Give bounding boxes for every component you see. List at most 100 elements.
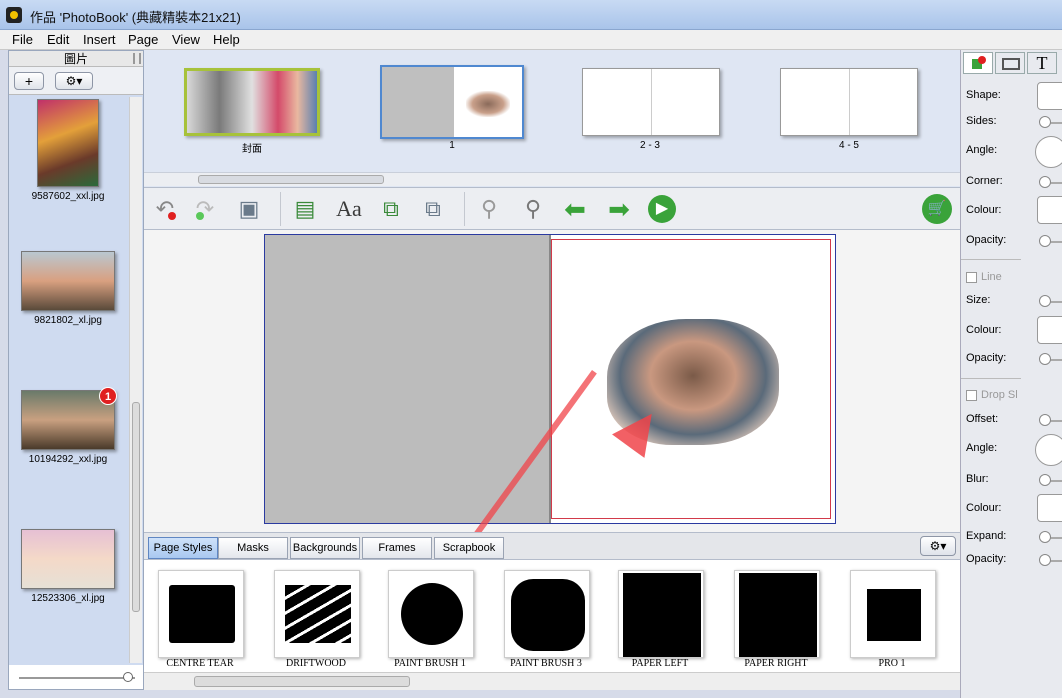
style-label: PAPER LEFT — [631, 658, 689, 669]
page-spread — [264, 234, 836, 524]
opacity-slider[interactable] — [1039, 235, 1051, 247]
page-label: 4 - 5 — [838, 140, 859, 151]
style-item[interactable] — [850, 570, 936, 658]
next-page-icon[interactable]: ➡ — [604, 194, 634, 224]
line-size-label: Size: — [966, 294, 991, 306]
redo-icon[interactable]: ↷ — [190, 194, 220, 224]
thumbnail-size-slider[interactable] — [9, 665, 143, 689]
shadow-colour-label: Colour: — [966, 502, 1002, 514]
frame-tab-icon[interactable] — [995, 52, 1025, 74]
tab-scrapbook[interactable]: Scrapbook — [434, 537, 504, 559]
style-item[interactable] — [388, 570, 474, 658]
save-icon[interactable]: ▣ — [234, 194, 264, 224]
style-item[interactable] — [618, 570, 704, 658]
photo-panel-header: 圖片 — [9, 51, 143, 67]
gallery-scrollbar[interactable] — [144, 672, 960, 690]
photo-caption: 9587602_xxl.jpg — [31, 191, 105, 202]
panel-grip[interactable] — [133, 53, 141, 64]
drop-shadow-checkbox[interactable] — [966, 390, 977, 401]
shadow-angle-dial[interactable] — [1035, 434, 1062, 466]
menu-view[interactable]: View — [172, 32, 200, 47]
left-page[interactable] — [265, 235, 551, 523]
scroll-thumb[interactable] — [198, 175, 384, 184]
copy-page-icon[interactable]: ⧉ — [418, 194, 448, 224]
page-strip-scrollbar[interactable] — [144, 172, 960, 186]
properties-panel: T Shape: Sides: Angle: Corner: Colour: O… — [960, 50, 1062, 698]
style-label: PAINT BRUSH 3 — [510, 658, 582, 669]
cart-icon[interactable]: 🛒 — [922, 194, 952, 224]
slider-knob[interactable] — [123, 672, 133, 682]
shadow-opacity-slider[interactable] — [1039, 554, 1051, 566]
shape-colour-swatch[interactable] — [1037, 196, 1062, 224]
style-item[interactable] — [274, 570, 360, 658]
scroll-thumb[interactable] — [132, 402, 140, 612]
tab-page-styles[interactable]: Page Styles — [148, 537, 218, 559]
zoom-out-icon[interactable]: ⚲ — [474, 194, 504, 224]
shadow-offset-slider[interactable] — [1039, 414, 1051, 426]
sides-slider[interactable] — [1039, 116, 1051, 128]
style-label: PAPER RIGHT — [744, 658, 808, 669]
shape-label: Shape: — [966, 89, 1001, 101]
style-label: DRIFTWOOD — [286, 658, 346, 669]
style-item[interactable] — [158, 570, 244, 658]
add-photo-icon[interactable]: ▤ — [290, 194, 320, 224]
menu-help[interactable]: Help — [213, 32, 240, 47]
shape-tab[interactable] — [963, 52, 993, 74]
styles-settings-button[interactable]: ⚙▾ — [920, 536, 956, 556]
page-1-spread[interactable] — [380, 65, 524, 139]
angle-dial[interactable] — [1035, 136, 1062, 168]
style-tabs: Page Styles Masks Backgrounds Frames Scr… — [144, 532, 960, 560]
tab-backgrounds[interactable]: Backgrounds — [290, 537, 360, 559]
add-page-icon[interactable]: ⧉ — [376, 194, 406, 224]
line-opacity-slider[interactable] — [1039, 353, 1051, 365]
shadow-offset-label: Offset: — [966, 413, 999, 425]
drop-shadow-section-title: Drop Sl — [981, 389, 1018, 401]
previous-page-icon[interactable]: ⬅ — [560, 194, 590, 224]
shape-picker[interactable] — [1037, 82, 1062, 110]
photo-caption: 10194292_xxl.jpg — [28, 454, 108, 465]
add-text-icon[interactable]: Aa — [334, 194, 364, 224]
line-section-title: Line — [981, 271, 1002, 283]
style-item[interactable] — [734, 570, 820, 658]
shadow-opacity-label: Opacity: — [966, 553, 1007, 565]
opacity-label: Opacity: — [966, 234, 1007, 246]
photo-thumb[interactable] — [21, 529, 115, 589]
undo-icon[interactable]: ↶ — [150, 194, 180, 224]
cover-spread[interactable] — [184, 68, 320, 136]
page-4-5-spread[interactable] — [780, 68, 918, 136]
menu-file[interactable]: File — [12, 32, 33, 47]
photo-thumb[interactable] — [37, 99, 99, 187]
corner-slider[interactable] — [1039, 176, 1051, 188]
line-opacity-label: Opacity: — [966, 352, 1007, 364]
menu-edit[interactable]: Edit — [47, 32, 69, 47]
photo-thumb[interactable] — [21, 251, 115, 311]
text-tab[interactable]: T — [1027, 52, 1057, 74]
colour-label: Colour: — [966, 204, 1002, 216]
line-checkbox[interactable] — [966, 272, 977, 283]
scroll-thumb[interactable] — [194, 676, 410, 687]
editor-toolbar: ↶ ↷ ▣ ▤ Aa ⧉ ⧉ ⚲ ⚲ ⬅ ➡ ▶ 🛒 — [144, 188, 960, 230]
window-title: 作品 'PhotoBook' (典藏精裝本21x21) — [30, 10, 241, 25]
photo-panel-toolbar: + ⚙▾ — [9, 67, 143, 95]
add-photo-button[interactable]: + — [14, 72, 44, 90]
shadow-colour-swatch[interactable] — [1037, 494, 1062, 522]
shadow-blur-slider[interactable] — [1039, 474, 1051, 486]
zoom-in-icon[interactable]: ⚲ — [518, 194, 548, 224]
shadow-expand-slider[interactable] — [1039, 531, 1051, 543]
line-colour-swatch[interactable] — [1037, 316, 1062, 344]
photo-settings-button[interactable]: ⚙▾ — [55, 72, 93, 90]
photo-list: 9587602_xxl.jpg 9821802_xl.jpg 1 1019429… — [9, 95, 143, 665]
shadow-blur-label: Blur: — [966, 473, 989, 485]
sides-label: Sides: — [966, 115, 997, 127]
tab-frames[interactable]: Frames — [362, 537, 432, 559]
style-item[interactable] — [504, 570, 590, 658]
tab-masks[interactable]: Masks — [218, 537, 288, 559]
angle-label: Angle: — [966, 144, 998, 156]
photo-list-scrollbar[interactable] — [129, 97, 142, 663]
menu-page[interactable]: Page — [128, 32, 158, 47]
play-icon[interactable]: ▶ — [647, 194, 677, 224]
line-size-slider[interactable] — [1039, 295, 1051, 307]
page-2-3-spread[interactable] — [582, 68, 720, 136]
menu-insert[interactable]: Insert — [83, 32, 116, 47]
page-strip: 封面 1 2 - 3 4 - 5 — [144, 50, 960, 188]
